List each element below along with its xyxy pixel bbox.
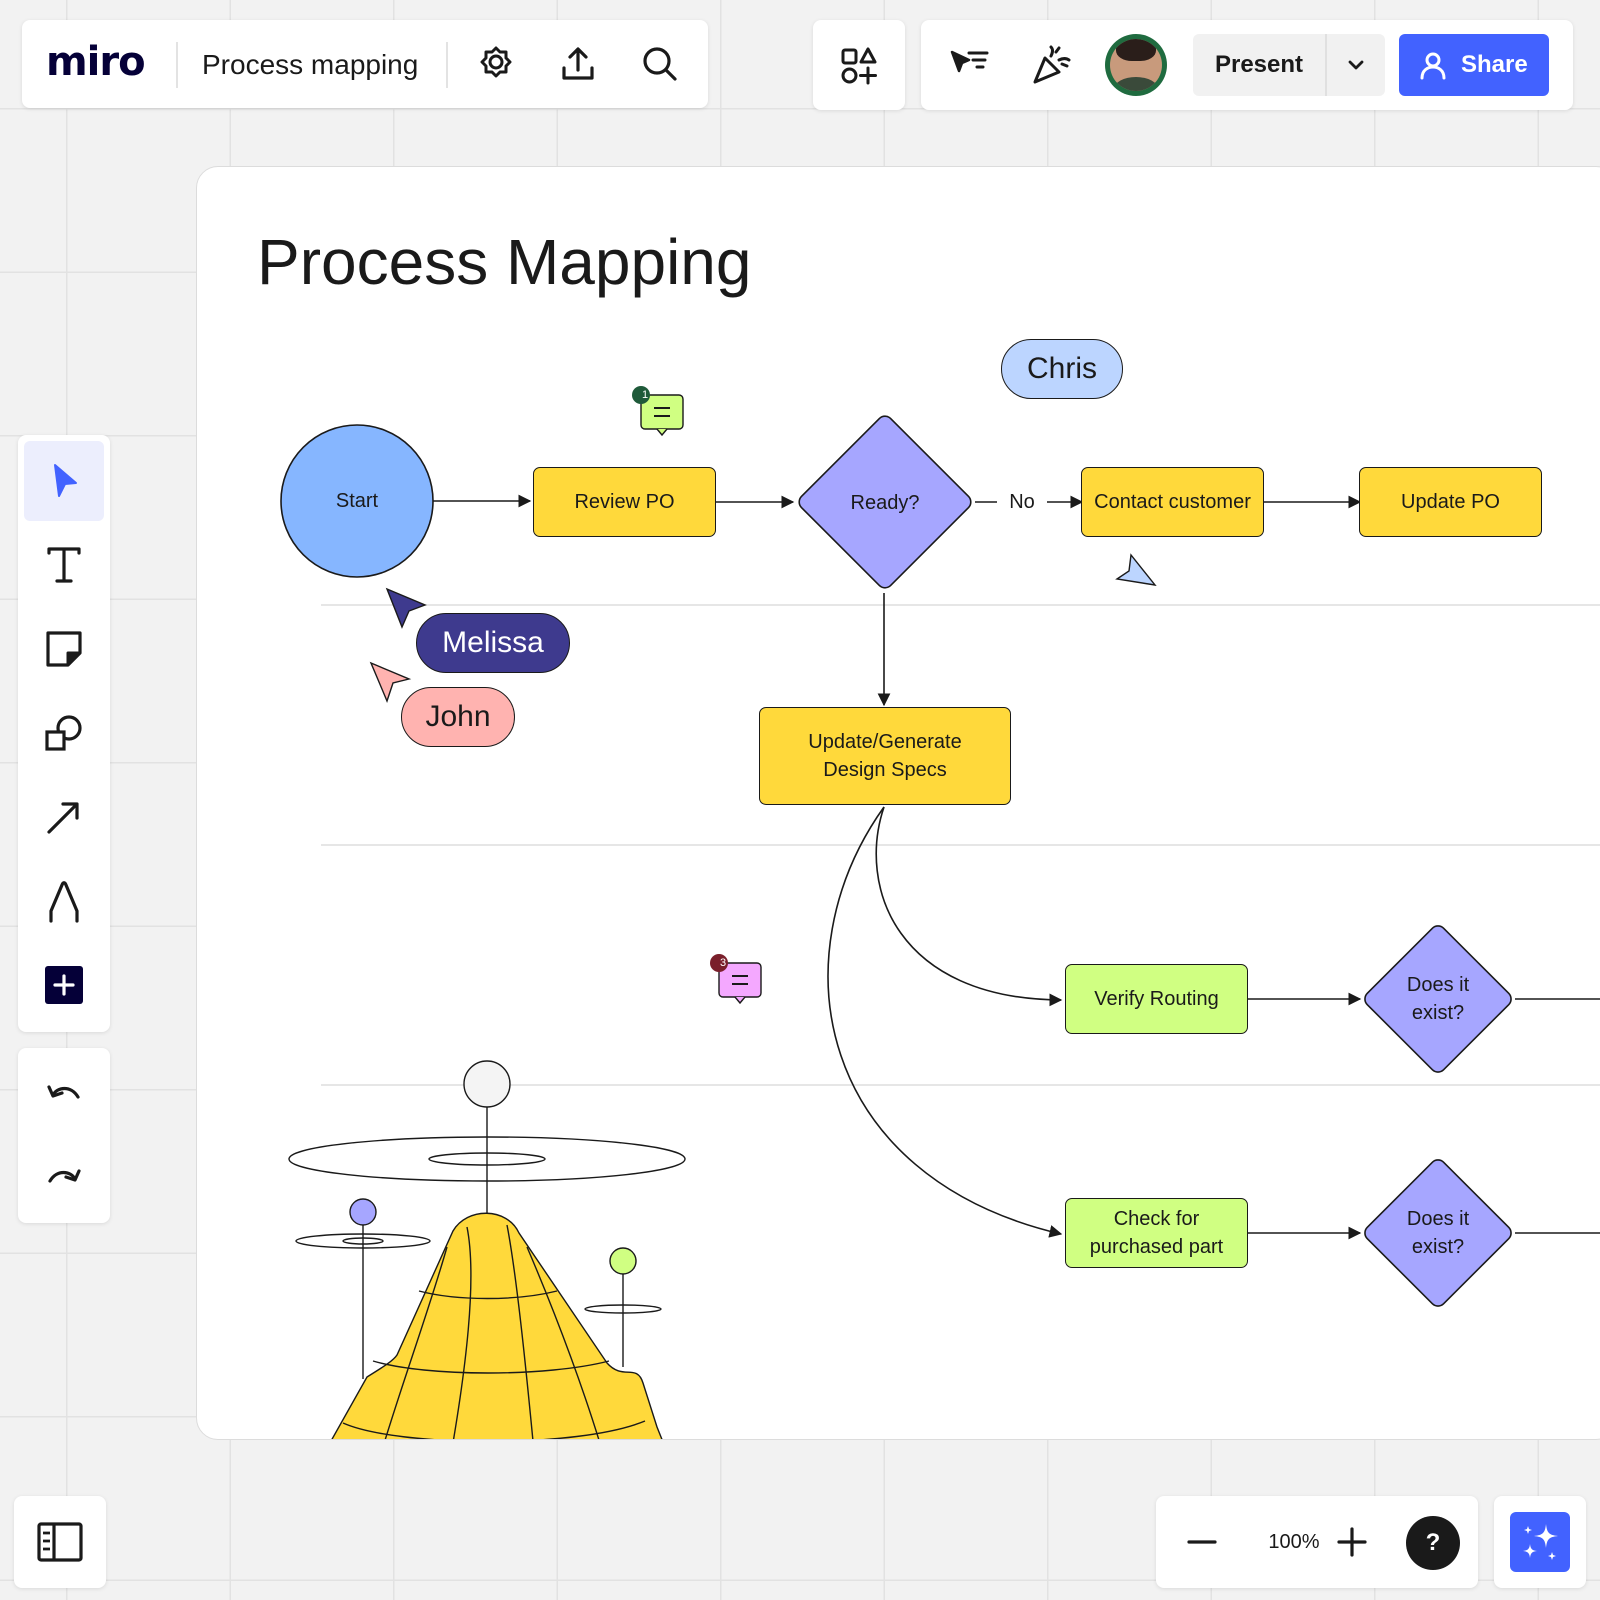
collaborator-tag-melissa: Melissa — [416, 613, 570, 673]
user-icon — [1417, 49, 1449, 81]
node-does-it-exist-2[interactable]: Does it exist? — [1383, 1205, 1493, 1261]
plus-icon — [45, 966, 83, 1004]
chris-cursor-icon — [1115, 553, 1157, 586]
undo-button[interactable] — [24, 1054, 104, 1134]
text-icon — [47, 547, 81, 583]
john-cursor-icon — [369, 661, 412, 703]
edge-specs-verify — [875, 806, 1063, 1007]
cursor-follow-icon[interactable] — [945, 42, 993, 90]
ai-assist-panel — [1494, 1496, 1586, 1588]
apps-panel — [813, 20, 905, 110]
node-start[interactable]: Start — [311, 487, 403, 515]
search-icon[interactable] — [636, 40, 684, 88]
select-icon — [54, 464, 77, 497]
board-name[interactable]: Process mapping — [202, 48, 418, 82]
plus-icon — [1337, 1527, 1367, 1557]
sparkle-icon — [1523, 1524, 1558, 1560]
node-review-po[interactable]: Review PO — [533, 467, 716, 537]
minus-icon — [1187, 1540, 1217, 1544]
edge-specs-check — [827, 806, 1063, 1238]
text-tool[interactable] — [24, 525, 104, 605]
comment-count-badge: 3 — [719, 957, 727, 969]
miro-logo[interactable]: miro — [46, 40, 146, 84]
node-ready[interactable]: Ready? — [825, 489, 945, 517]
zoom-controls: 100% ? — [1156, 1496, 1478, 1588]
share-button[interactable]: Share — [1399, 34, 1549, 96]
comment-count-badge: 1 — [641, 389, 649, 401]
sidebar-toggle-button[interactable] — [14, 1496, 106, 1588]
pen-icon — [49, 881, 79, 923]
chevron-down-icon[interactable] — [1327, 34, 1385, 96]
node-check-purchased-part[interactable]: Check for purchased part — [1065, 1198, 1248, 1268]
undo-icon — [47, 1085, 80, 1099]
help-icon[interactable]: ? — [1406, 1516, 1460, 1570]
sticky-note-icon — [46, 631, 82, 667]
redo-icon — [48, 1169, 81, 1183]
present-button[interactable]: Present — [1193, 34, 1385, 96]
sidebar-icon — [37, 1522, 83, 1562]
node-verify-routing[interactable]: Verify Routing — [1065, 964, 1248, 1034]
ai-assist-button[interactable] — [1510, 1512, 1570, 1572]
collaborator-tag-john: John — [401, 687, 515, 747]
share-label: Share — [1461, 51, 1528, 78]
node-does-it-exist-1[interactable]: Does it exist? — [1383, 971, 1493, 1027]
collaborator-tag-chris: Chris — [1001, 339, 1123, 399]
creation-toolbar — [18, 435, 110, 1032]
arrow-tool[interactable] — [24, 777, 104, 857]
more-tools-button[interactable] — [24, 945, 104, 1025]
upload-icon[interactable] — [554, 40, 602, 88]
present-label: Present — [1214, 51, 1304, 78]
node-design-specs[interactable]: Update/Generate Design Specs — [759, 707, 1011, 805]
shapes-plus-icon[interactable] — [835, 42, 883, 90]
node-contact-customer[interactable]: Contact customer — [1081, 467, 1264, 537]
shapes-tool[interactable] — [24, 693, 104, 773]
sticky-note-tool[interactable] — [24, 609, 104, 689]
select-tool[interactable] — [24, 441, 104, 521]
history-toolbar — [18, 1048, 110, 1223]
node-update-po[interactable]: Update PO — [1359, 467, 1542, 537]
edge-label-no: No — [997, 488, 1047, 516]
process-mapping-frame[interactable]: Process Mapping Start Review PO Ready? N… — [196, 166, 1600, 1440]
melissa-cursor-icon — [385, 587, 427, 629]
shapes-icon — [45, 715, 82, 751]
divider — [446, 42, 448, 88]
celebrate-icon[interactable] — [1027, 42, 1075, 90]
collaboration-bar: Present Share — [921, 20, 1573, 110]
arrow-icon — [47, 802, 79, 834]
pen-tool[interactable] — [24, 861, 104, 941]
zoom-in-button[interactable] — [1328, 1518, 1376, 1566]
board-header: miro Process mapping — [22, 20, 708, 108]
settings-icon[interactable] — [472, 40, 520, 88]
mountain-illustration — [288, 1060, 686, 1439]
divider — [176, 42, 178, 88]
zoom-out-button[interactable] — [1178, 1518, 1226, 1566]
user-avatar[interactable] — [1105, 34, 1167, 96]
redo-button[interactable] — [24, 1138, 104, 1218]
